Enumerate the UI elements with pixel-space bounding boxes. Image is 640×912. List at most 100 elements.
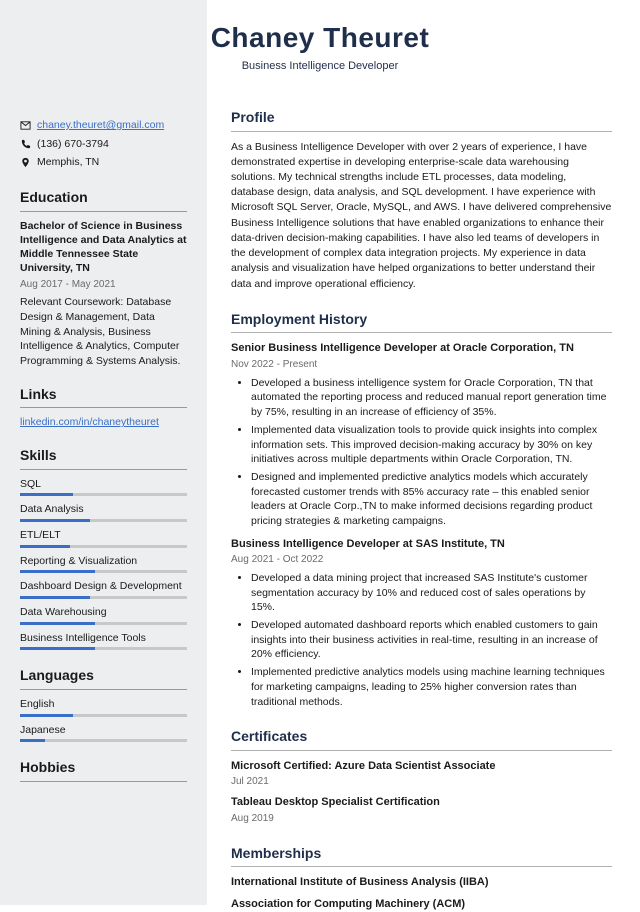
contact-email-row: chaney.theuret@gmail.com [20, 118, 187, 133]
language-bar [20, 714, 187, 717]
skill-item: Data Warehousing [20, 605, 187, 625]
certificate-date: Aug 2019 [231, 812, 612, 826]
contact-location: Memphis, TN [37, 155, 99, 170]
job-item: Business Intelligence Developer at SAS I… [231, 537, 612, 710]
certificate-item: Tableau Desktop Specialist Certification… [231, 795, 612, 825]
skill-bar [20, 622, 187, 625]
profile-heading: Profile [231, 108, 612, 128]
skill-bar [20, 570, 187, 573]
main-content: Profile As a Business Intelligence Devel… [207, 0, 640, 905]
skill-item: Data Analysis [20, 502, 187, 522]
skill-name: Data Analysis [20, 502, 187, 517]
skill-item: ETL/ELT [20, 528, 187, 548]
phone-icon [20, 139, 31, 150]
certificates-section: Certificates Microsoft Certified: Azure … [231, 727, 612, 825]
skill-name: Data Warehousing [20, 605, 187, 620]
education-dates: Aug 2017 - May 2021 [20, 278, 187, 292]
contact-location-row: Memphis, TN [20, 155, 187, 170]
skill-item: Business Intelligence Tools [20, 631, 187, 651]
skill-fill [20, 493, 73, 496]
job-dates: Nov 2022 - Present [231, 358, 612, 372]
contact-phone: (136) 670-3794 [37, 137, 109, 152]
skill-item: Dashboard Design & Development [20, 579, 187, 599]
skill-name: Dashboard Design & Development [20, 579, 187, 594]
skill-fill [20, 647, 95, 650]
language-fill [20, 739, 45, 742]
certificate-date: Jul 2021 [231, 775, 612, 789]
certificates-heading: Certificates [231, 727, 612, 747]
job-title: Senior Business Intelligence Developer a… [231, 341, 612, 356]
job-dates: Aug 2021 - Oct 2022 [231, 553, 612, 567]
job-bullet: Developed a business intelligence system… [251, 376, 612, 420]
skill-fill [20, 545, 70, 548]
skill-name: ETL/ELT [20, 528, 187, 543]
section-rule [231, 866, 612, 867]
skill-name: Business Intelligence Tools [20, 631, 187, 646]
section-rule [231, 750, 612, 751]
skill-item: Reporting & Visualization [20, 554, 187, 574]
skill-bar [20, 519, 187, 522]
memberships-heading: Memberships [231, 844, 612, 864]
skill-name: Reporting & Visualization [20, 554, 187, 569]
education-body: Relevant Coursework: Database Design & M… [20, 295, 187, 368]
employment-section: Employment History Senior Business Intel… [231, 310, 612, 709]
job-bullet: Developed automated dashboard reports wh… [251, 618, 612, 662]
profile-body: As a Business Intelligence Developer wit… [231, 140, 612, 292]
skill-name: SQL [20, 477, 187, 492]
section-rule [20, 781, 187, 782]
skill-fill [20, 622, 95, 625]
language-item: Japanese [20, 723, 187, 743]
skill-fill [20, 519, 90, 522]
resume-page: Chaney Theuret Business Intelligence Dev… [0, 0, 640, 905]
hobbies-heading: Hobbies [20, 758, 187, 778]
certificate-item: Microsoft Certified: Azure Data Scientis… [231, 759, 612, 789]
education-heading: Education [20, 188, 187, 208]
location-icon [20, 157, 31, 168]
header-content: Chaney Theuret Business Intelligence Dev… [0, 18, 640, 75]
job-bullets: Developed a business intelligence system… [231, 376, 612, 529]
contact-email-link[interactable]: chaney.theuret@gmail.com [37, 118, 164, 133]
linkedin-link[interactable]: linkedin.com/in/chaneytheuret [20, 416, 159, 428]
skills-section: Skills SQL Data Analysis ETL/ELT Reporting … [20, 446, 187, 650]
skill-bar [20, 596, 187, 599]
job-bullet: Designed and implemented predictive anal… [251, 470, 612, 529]
links-section: Links linkedin.com/in/chaneytheuret [20, 385, 187, 430]
skill-fill [20, 596, 90, 599]
language-bar [20, 739, 187, 742]
section-rule [20, 689, 187, 690]
sidebar: chaney.theuret@gmail.com (136) 670-3794 … [0, 0, 207, 905]
links-heading: Links [20, 385, 187, 405]
job-title: Business Intelligence Developer at SAS I… [231, 537, 612, 552]
skill-bar [20, 647, 187, 650]
person-title: Business Intelligence Developer [0, 59, 640, 74]
language-name: English [20, 697, 187, 712]
skill-bar [20, 545, 187, 548]
job-bullets: Developed a data mining project that inc… [231, 571, 612, 709]
section-rule [20, 407, 187, 408]
job-bullet: Developed a data mining project that inc… [251, 571, 612, 615]
languages-section: Languages English Japanese [20, 666, 187, 742]
certificate-title: Microsoft Certified: Azure Data Scientis… [231, 759, 612, 774]
certificate-title: Tableau Desktop Specialist Certification [231, 795, 612, 810]
section-rule [20, 211, 187, 212]
job-bullet: Implemented predictive analytics models … [251, 665, 612, 709]
languages-heading: Languages [20, 666, 187, 686]
memberships-section: Memberships International Institute of B… [231, 844, 612, 912]
person-name: Chaney Theuret [0, 18, 640, 57]
language-item: English [20, 697, 187, 717]
language-fill [20, 714, 73, 717]
skill-bar [20, 493, 187, 496]
skill-item: SQL [20, 477, 187, 497]
education-degree: Bachelor of Science in Business Intellig… [20, 219, 187, 276]
language-name: Japanese [20, 723, 187, 738]
section-rule [20, 469, 187, 470]
contact-phone-row: (136) 670-3794 [20, 137, 187, 152]
membership-item: International Institute of Business Anal… [231, 875, 612, 890]
hobbies-section: Hobbies [20, 758, 187, 782]
education-section: Education Bachelor of Science in Busines… [20, 188, 187, 369]
employment-heading: Employment History [231, 310, 612, 330]
job-item: Senior Business Intelligence Developer a… [231, 341, 612, 528]
skills-heading: Skills [20, 446, 187, 466]
contact-block: chaney.theuret@gmail.com (136) 670-3794 … [20, 118, 187, 170]
section-rule [231, 131, 612, 132]
